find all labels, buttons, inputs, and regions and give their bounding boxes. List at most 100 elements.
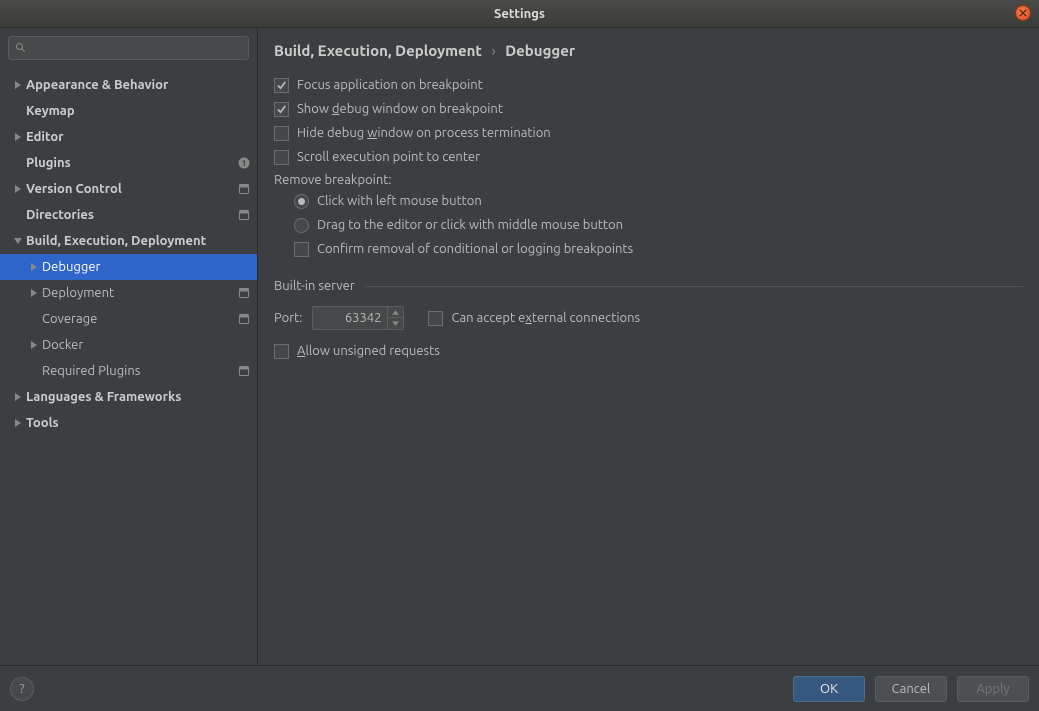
apply-button[interactable]: Apply: [957, 676, 1029, 702]
radio-dot: [298, 198, 305, 205]
tree-item-label: Build, Execution, Deployment: [26, 234, 251, 248]
hide-window-label: Hide debug window on process termination: [297, 126, 551, 140]
tree-arrow-icon[interactable]: [26, 289, 42, 297]
tree-item-label: Languages & Frameworks: [26, 390, 251, 404]
tree-item-label: Docker: [42, 338, 251, 352]
tree-item-build-execution-deployment[interactable]: Build, Execution, Deployment: [0, 228, 257, 254]
tree-arrow-icon[interactable]: [10, 185, 26, 193]
titlebar: Settings: [0, 0, 1039, 28]
settings-tree[interactable]: Appearance & BehaviorKeymapEditorPlugins…: [0, 68, 257, 665]
tree-arrow-icon[interactable]: [10, 419, 26, 427]
sidebar: Appearance & BehaviorKeymapEditorPlugins…: [0, 28, 258, 665]
tree-item-tools[interactable]: Tools: [0, 410, 257, 436]
svg-text:1: 1: [242, 159, 247, 168]
radio-drag-label: Drag to the editor or click with middle …: [317, 218, 623, 232]
close-icon: [1019, 9, 1027, 17]
footer: ? OK Cancel Apply: [0, 665, 1039, 711]
content-pane: Build, Execution, Deployment › Debugger …: [258, 28, 1039, 665]
tree-item-plugins[interactable]: Plugins 1: [0, 150, 257, 176]
tree-item-directories[interactable]: Directories: [0, 202, 257, 228]
tree-item-label: Plugins: [26, 156, 237, 170]
radio-drag-row[interactable]: Drag to the editor or click with middle …: [274, 213, 1023, 237]
profile-scope-icon: [237, 182, 251, 196]
chevron-down-icon: [392, 321, 399, 326]
spinner-up[interactable]: [388, 307, 403, 318]
port-value[interactable]: 63342: [313, 311, 387, 325]
tree-item-label: Deployment: [42, 286, 237, 300]
main-area: Appearance & BehaviorKeymapEditorPlugins…: [0, 28, 1039, 665]
tree-item-label: Directories: [26, 208, 237, 222]
tree-item-label: Keymap: [26, 104, 251, 118]
server-separator: Built-in server: [274, 279, 1023, 293]
scroll-checkbox-row[interactable]: Scroll execution point to center: [274, 145, 1023, 169]
radio-click-row[interactable]: Click with left mouse button: [274, 189, 1023, 213]
breadcrumb-root[interactable]: Build, Execution, Deployment: [274, 42, 482, 59]
chevron-up-icon: [392, 310, 399, 315]
tree-arrow-icon[interactable]: [10, 237, 26, 245]
hide-window-checkbox[interactable]: [274, 126, 289, 141]
tree-item-appearance-behavior[interactable]: Appearance & Behavior: [0, 72, 257, 98]
tree-item-deployment[interactable]: Deployment: [0, 280, 257, 306]
breadcrumb-sep: ›: [491, 42, 495, 59]
tree-item-editor[interactable]: Editor: [0, 124, 257, 150]
tree-arrow-icon[interactable]: [10, 81, 26, 89]
tree-item-coverage[interactable]: Coverage: [0, 306, 257, 332]
tree-item-label: Coverage: [42, 312, 237, 326]
port-label: Port:: [274, 311, 302, 325]
tree-item-required-plugins[interactable]: Required Plugins: [0, 358, 257, 384]
help-button[interactable]: ?: [10, 677, 34, 701]
radio-drag[interactable]: [294, 218, 309, 233]
profile-scope-icon: [237, 364, 251, 378]
tree-item-label: Appearance & Behavior: [26, 78, 251, 92]
tree-arrow-icon[interactable]: [26, 341, 42, 349]
scroll-checkbox[interactable]: [274, 150, 289, 165]
check-icon: [276, 80, 287, 91]
server-title: Built-in server: [274, 279, 355, 293]
focus-checkbox-row[interactable]: Focus application on breakpoint: [274, 73, 1023, 97]
port-spinner[interactable]: 63342: [312, 306, 404, 330]
profile-scope-icon: [237, 312, 251, 326]
external-checkbox[interactable]: [428, 311, 443, 326]
confirm-label: Confirm removal of conditional or loggin…: [317, 242, 633, 256]
tree-arrow-icon[interactable]: [10, 133, 26, 141]
search-icon: [15, 42, 27, 54]
focus-label: Focus application on breakpoint: [297, 78, 483, 92]
unsigned-checkbox[interactable]: [274, 344, 289, 359]
profile-scope-icon: [237, 208, 251, 222]
show-window-label: Show debug window on breakpoint: [297, 102, 503, 116]
tree-item-version-control[interactable]: Version Control: [0, 176, 257, 202]
show-window-checkbox-row[interactable]: Show debug window on breakpoint: [274, 97, 1023, 121]
tree-item-languages-frameworks[interactable]: Languages & Frameworks: [0, 384, 257, 410]
ok-button[interactable]: OK: [793, 676, 865, 702]
profile-scope-icon: [237, 286, 251, 300]
check-icon: [276, 104, 287, 115]
remove-breakpoint-label: Remove breakpoint:: [274, 173, 1023, 187]
breadcrumb-leaf: Debugger: [505, 42, 575, 59]
tree-item-label: Required Plugins: [42, 364, 237, 378]
tree-item-debugger[interactable]: Debugger: [0, 254, 257, 280]
tree-arrow-icon[interactable]: [10, 393, 26, 401]
separator-line: [365, 286, 1023, 287]
search-input[interactable]: [8, 36, 249, 60]
window-title: Settings: [494, 7, 545, 21]
radio-click-label: Click with left mouse button: [317, 194, 482, 208]
breadcrumb: Build, Execution, Deployment › Debugger: [274, 42, 1023, 59]
spinner-down[interactable]: [388, 318, 403, 329]
tree-item-docker[interactable]: Docker: [0, 332, 257, 358]
tree-item-label: Version Control: [26, 182, 237, 196]
tree-item-label: Tools: [26, 416, 251, 430]
confirm-checkbox-row[interactable]: Confirm removal of conditional or loggin…: [274, 237, 1023, 261]
show-window-checkbox[interactable]: [274, 102, 289, 117]
radio-click[interactable]: [294, 194, 309, 209]
external-label: Can accept external connections: [451, 311, 640, 325]
cancel-button[interactable]: Cancel: [875, 676, 947, 702]
tree-item-label: Debugger: [42, 260, 251, 274]
unsigned-label: Allow unsigned requests: [297, 344, 440, 358]
unsigned-checkbox-row[interactable]: Allow unsigned requests: [274, 339, 1023, 363]
tree-arrow-icon[interactable]: [26, 263, 42, 271]
close-button[interactable]: [1015, 5, 1031, 21]
confirm-checkbox[interactable]: [294, 242, 309, 257]
tree-item-keymap[interactable]: Keymap: [0, 98, 257, 124]
hide-window-checkbox-row[interactable]: Hide debug window on process termination: [274, 121, 1023, 145]
focus-checkbox[interactable]: [274, 78, 289, 93]
